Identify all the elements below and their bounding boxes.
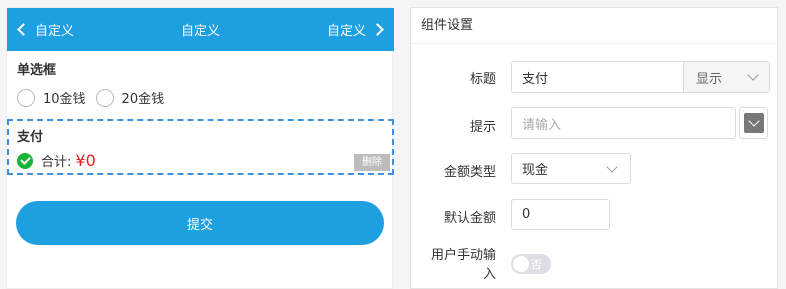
- title-visibility-select[interactable]: 显示: [683, 62, 769, 92]
- color-picker[interactable]: [739, 107, 768, 139]
- pay-title: 支付: [17, 130, 44, 145]
- forward-label: 自定义: [326, 24, 366, 39]
- title-visibility-value: 显示: [696, 71, 723, 87]
- radio-option-20[interactable]: [95, 88, 114, 107]
- manual-input-toggle[interactable]: 否: [511, 254, 551, 274]
- chevron-down-icon: [747, 69, 759, 81]
- title-input[interactable]: 支付 显示: [511, 61, 770, 93]
- toggle-state: 否: [531, 258, 542, 271]
- manual-input-label: 用户手动输 入: [411, 246, 496, 284]
- component-settings-panel: 组件设置 标题 支付 显示 提示 请输入 金额类型 现金 默认金额 0 用户手动…: [410, 7, 778, 289]
- title-label: 标题: [469, 72, 496, 87]
- radio-option-label: 10金钱: [43, 92, 86, 107]
- forward-button[interactable]: 自定义: [326, 8, 384, 51]
- hint-placeholder: 请输入: [522, 117, 562, 133]
- pay-total-row: 合计: ¥0: [17, 151, 96, 170]
- submit-button[interactable]: 提交: [16, 201, 384, 245]
- phone-preview: 自定义 自定义 自定义 单选框 10金钱 20金钱 支付 合计: ¥0 删除 提…: [6, 7, 394, 289]
- chevron-down-icon: [606, 160, 618, 173]
- radio-option-10[interactable]: [17, 88, 35, 107]
- manual-input-label-line2: 入: [482, 267, 496, 282]
- pay-component-selected[interactable]: 支付 合计: ¥0 删除: [7, 119, 394, 175]
- chevron-down-icon: [747, 115, 760, 127]
- chevron-right-icon: [371, 23, 384, 36]
- delete-button[interactable]: 删除: [354, 154, 390, 171]
- color-swatch: [743, 113, 764, 133]
- manual-input-label-line1: 用户手动输: [430, 248, 496, 263]
- title-value: 支付: [522, 71, 549, 87]
- total-amount: ¥0: [75, 151, 96, 170]
- check-circle-icon: [17, 152, 33, 169]
- hint-label: 提示: [469, 120, 496, 135]
- panel-title: 组件设置: [411, 8, 777, 44]
- total-label: 合计:: [41, 155, 72, 170]
- chevron-left-icon: [17, 23, 30, 36]
- back-button[interactable]: 自定义: [17, 8, 75, 51]
- hint-input[interactable]: 请输入: [511, 107, 736, 139]
- radio-group: 10金钱 20金钱: [17, 88, 174, 107]
- back-label: 自定义: [35, 24, 75, 39]
- toggle-knob: [513, 256, 529, 272]
- top-navbar: 自定义 自定义 自定义: [7, 8, 394, 51]
- amount-type-label: 金额类型: [443, 165, 496, 180]
- default-amount-input[interactable]: 0: [511, 199, 610, 230]
- radio-option-label: 20金钱: [121, 92, 165, 107]
- default-amount-value: 0: [522, 207, 531, 222]
- default-amount-label: 默认金额: [443, 211, 496, 226]
- amount-type-value: 现金: [522, 163, 549, 178]
- amount-type-select[interactable]: 现金: [511, 153, 631, 184]
- radio-group-title: 单选框: [17, 63, 57, 78]
